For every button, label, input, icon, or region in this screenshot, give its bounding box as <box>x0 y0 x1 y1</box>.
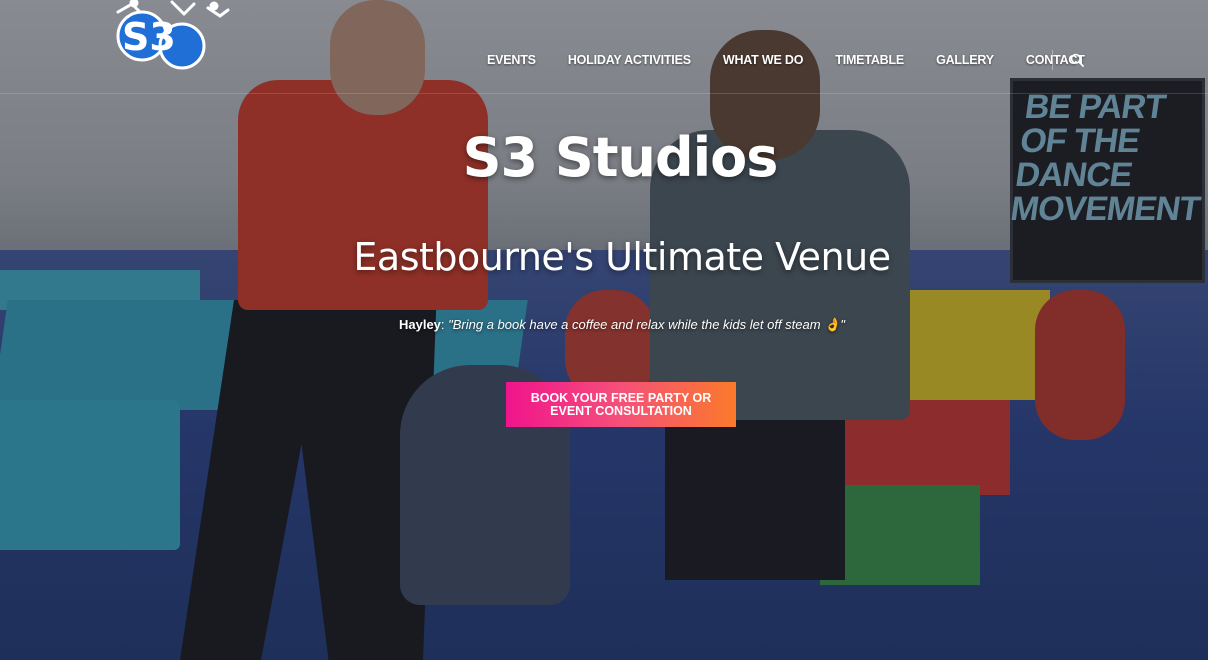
hero-subtitle: Eastbourne's Ultimate Venue <box>353 235 891 279</box>
hero-title: S3 Studios <box>462 126 779 189</box>
main-navigation: EVENTS HOLIDAY ACTIVITIES WHAT WE DO TIM… <box>487 50 1117 70</box>
testimonial-quote: "Bring a book have a coffee and relax wh… <box>448 317 845 332</box>
nav-divider <box>1052 50 1053 70</box>
s3-logo[interactable]: S3 <box>104 0 234 70</box>
testimonial: Hayley: "Bring a book have a coffee and … <box>398 317 845 332</box>
nav-item-timetable[interactable]: TIMETABLE <box>835 50 904 70</box>
nav-item-holiday-activities[interactable]: HOLIDAY ACTIVITIES <box>568 50 691 70</box>
nav-item-events[interactable]: EVENTS <box>487 50 536 70</box>
nav-item-gallery[interactable]: GALLERY <box>936 50 994 70</box>
nav-item-what-we-do[interactable]: WHAT WE DO <box>723 50 804 70</box>
header-divider <box>0 93 1208 94</box>
search-icon[interactable] <box>1070 53 1084 67</box>
cta-label: BOOK YOUR FREE PARTY OR EVENT CONSULTATI… <box>530 390 712 418</box>
book-consultation-button[interactable]: BOOK YOUR FREE PARTY OR EVENT CONSULTATI… <box>506 382 736 427</box>
logo-text: S3 <box>122 15 176 59</box>
testimonial-author: Hayley <box>398 317 441 332</box>
